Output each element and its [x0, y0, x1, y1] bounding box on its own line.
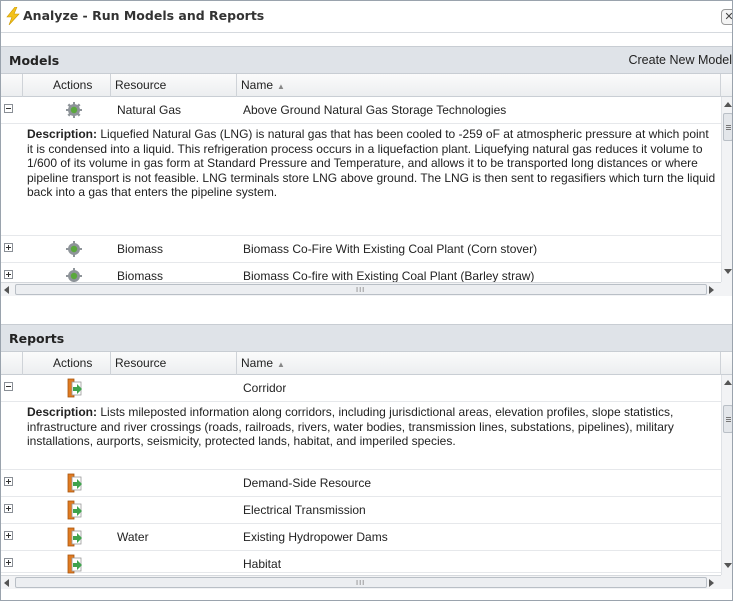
- resource-column-header[interactable]: Resource: [111, 74, 237, 97]
- actions-column-header[interactable]: Actions: [23, 352, 111, 375]
- scroll-left-icon[interactable]: [4, 286, 9, 294]
- name-cell: Demand-Side Resource: [243, 476, 372, 490]
- expander-column-header: [1, 74, 23, 97]
- close-button[interactable]: ✕: [721, 9, 732, 25]
- scroll-down-icon[interactable]: [724, 563, 732, 568]
- report-icon[interactable]: [67, 527, 83, 547]
- report-row[interactable]: Habitat: [1, 551, 721, 574]
- expand-row-icon[interactable]: [4, 558, 13, 567]
- scroll-up-icon[interactable]: [724, 102, 732, 107]
- report-row[interactable]: Electrical Transmission: [1, 497, 721, 524]
- scroll-grip: III: [356, 286, 366, 294]
- model-description: Description: Liquefied Natural Gas (LNG)…: [1, 124, 721, 236]
- header-filler: [721, 352, 732, 375]
- scroll-thumb[interactable]: [723, 113, 732, 141]
- report-row[interactable]: Demand-Side Resource: [1, 470, 721, 497]
- report-icon[interactable]: [67, 473, 83, 493]
- window-title: Analyze - Run Models and Reports: [23, 8, 265, 23]
- report-row[interactable]: Corridor: [1, 375, 721, 402]
- create-new-model-link[interactable]: Create New Model: [628, 53, 732, 67]
- reports-horizontal-scrollbar[interactable]: III: [1, 575, 721, 589]
- description-text: Lists mileposted information along corri…: [27, 405, 674, 448]
- name-cell: Biomass Co-Fire With Existing Coal Plant…: [243, 242, 538, 256]
- models-section-title: Models: [9, 53, 60, 68]
- name-cell: Corridor: [243, 381, 287, 395]
- scrollbar-corner: [721, 282, 732, 296]
- resource-cell: Water: [117, 530, 149, 544]
- report-description: Description: Lists mileposted informatio…: [1, 402, 721, 470]
- name-column-label: Name: [241, 356, 274, 370]
- scroll-left-icon[interactable]: [4, 579, 9, 587]
- window-titlebar: Analyze - Run Models and Reports ✕: [1, 1, 732, 33]
- report-icon[interactable]: [67, 500, 83, 520]
- report-icon[interactable]: [67, 378, 83, 398]
- report-icon[interactable]: [67, 554, 83, 574]
- reports-section-title: Reports: [9, 331, 65, 346]
- name-column-header[interactable]: Name ▲: [237, 74, 721, 97]
- gear-icon[interactable]: [65, 240, 83, 258]
- gear-icon[interactable]: [65, 101, 83, 119]
- scrollbar-corner: [721, 575, 732, 589]
- model-row[interactable]: Natural Gas Above Ground Natural Gas Sto…: [1, 97, 721, 124]
- expand-row-icon[interactable]: [4, 504, 13, 513]
- model-row[interactable]: Biomass Biomass Co-Fire With Existing Co…: [1, 236, 721, 263]
- expander-column-header: [1, 352, 23, 375]
- name-column-header[interactable]: Name ▲: [237, 352, 721, 375]
- name-cell: Habitat: [243, 557, 282, 571]
- name-cell: Above Ground Natural Gas Storage Technol…: [243, 103, 507, 117]
- expand-row-icon[interactable]: [4, 477, 13, 486]
- resource-cell: Natural Gas: [117, 103, 182, 117]
- models-grid-header: Actions Resource Name ▲: [1, 74, 732, 97]
- expand-row-icon[interactable]: [4, 270, 13, 279]
- actions-column-header[interactable]: Actions: [23, 74, 111, 97]
- scroll-right-icon[interactable]: [709, 579, 714, 587]
- collapse-row-icon[interactable]: [4, 382, 13, 391]
- name-cell: Electrical Transmission: [243, 503, 366, 517]
- scroll-thumb[interactable]: III: [15, 284, 707, 295]
- name-column-label: Name: [241, 78, 274, 92]
- analyze-window: Analyze - Run Models and Reports ✕ Model…: [0, 0, 733, 601]
- resource-cell: Biomass: [117, 242, 164, 256]
- scroll-up-icon[interactable]: [724, 380, 732, 385]
- description-label: Description:: [27, 127, 98, 141]
- collapse-row-icon[interactable]: [4, 104, 13, 113]
- header-filler: [721, 74, 732, 97]
- reports-grid-header: Actions Resource Name ▲: [1, 352, 732, 375]
- scroll-thumb[interactable]: [723, 405, 732, 433]
- models-grid: Actions Resource Name ▲ Natural Gas Above…: [1, 74, 732, 296]
- models-vertical-scrollbar[interactable]: [721, 97, 732, 282]
- scroll-right-icon[interactable]: [709, 286, 714, 294]
- reports-grid: Actions Resource Name ▲ Corridor Descript…: [1, 352, 732, 600]
- models-horizontal-scrollbar[interactable]: III: [1, 282, 721, 296]
- reports-vertical-scrollbar[interactable]: [721, 375, 732, 575]
- expand-row-icon[interactable]: [4, 531, 13, 540]
- reports-section-header: Reports: [1, 324, 732, 352]
- expand-row-icon[interactable]: [4, 243, 13, 252]
- resource-column-header[interactable]: Resource: [111, 352, 237, 375]
- scroll-down-icon[interactable]: [724, 269, 732, 274]
- name-cell: Existing Hydropower Dams: [243, 530, 388, 544]
- sort-ascending-icon[interactable]: ▲: [277, 360, 285, 369]
- report-row[interactable]: Water Existing Hydropower Dams: [1, 524, 721, 551]
- scroll-thumb[interactable]: III: [15, 577, 707, 588]
- description-text: Liquefied Natural Gas (LNG) is natural g…: [27, 127, 716, 199]
- sort-ascending-icon[interactable]: ▲: [277, 82, 285, 91]
- scroll-grip: III: [356, 579, 366, 587]
- models-section-header: Models Create New Model: [1, 46, 732, 74]
- lightning-icon: [6, 7, 20, 25]
- description-label: Description:: [27, 405, 98, 419]
